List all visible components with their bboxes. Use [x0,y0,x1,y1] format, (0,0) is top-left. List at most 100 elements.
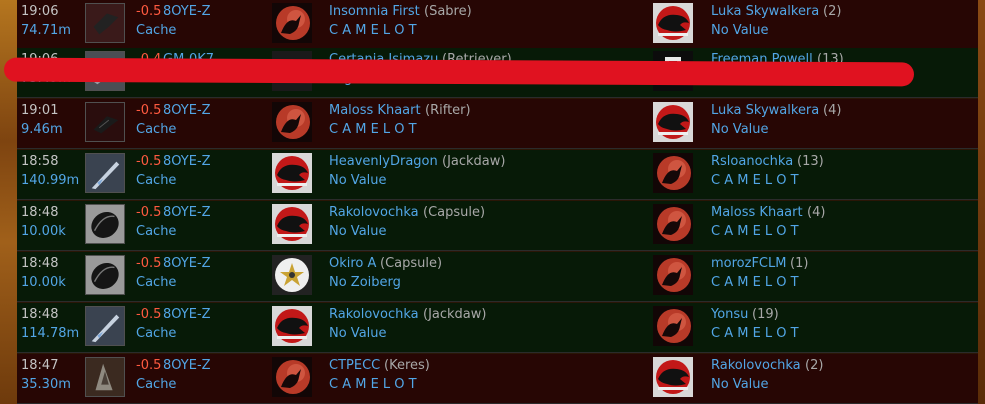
killmail-row[interactable]: 19:06 74.71m -0.5 8OYE-Z Cache Insomnia First… [17,0,978,50]
region-link[interactable]: Cache [136,275,176,291]
kill-time: 18:48 [21,205,59,220]
victim-name-link[interactable]: СТРЕСС [329,358,380,374]
isk-value: 114.78m [21,326,80,341]
camelot-logo-icon[interactable] [653,153,693,193]
killer-name-link[interactable]: Maloss Khaart [711,205,803,221]
keres-ship-icon[interactable] [85,357,125,397]
camelot-logo-icon[interactable] [272,357,312,397]
killmail-row[interactable]: 19:01 9.46m -0.5 8OYE-Z Cache Maloss Khaart (R… [17,99,978,149]
star-logo-icon[interactable] [272,255,312,295]
kill-time: 18:58 [21,154,59,169]
red-redaction-mark [3,57,915,87]
jackdaw-ship-icon[interactable] [85,306,125,346]
raven-logo-icon[interactable] [653,3,693,43]
victim-name-link[interactable]: Okiro A [329,256,376,272]
killmail-row[interactable]: 18:58 140.99m -0.5 8OYE-Z Cache HeavenlyDrago… [17,150,978,200]
system-link[interactable]: 8OYE-Z [163,256,211,272]
victim-name-link[interactable]: HeavenlyDragon [329,154,438,170]
isk-value: 140.99m [21,173,80,188]
system-link[interactable]: 8OYE-Z [163,4,211,20]
sabre-ship-icon[interactable] [85,3,125,43]
camelot-logo-icon[interactable] [272,3,312,43]
victim-corp-link[interactable]: No Value [329,326,387,342]
killer-corp-link[interactable]: No Value [711,377,769,393]
raven-logo-icon[interactable] [272,153,312,193]
killer-name-link[interactable]: Rsloanochka [711,154,793,170]
capsule-ship-icon[interactable] [85,204,125,244]
camelot-logo-icon[interactable] [653,204,693,244]
victim-name-link[interactable]: Insomnia First [329,4,420,20]
attacker-count: (1) [790,256,809,271]
attacker-count: (4) [823,103,842,118]
security-status: -0.5 [136,205,162,220]
security-status: -0.5 [136,4,162,19]
victim-ship-type: (Capsule) [423,205,486,220]
killmail-row[interactable]: 18:48 10.00k -0.5 8OYE-Z Cache Rakolovochka (C… [17,201,978,251]
victim-corp-link[interactable]: No Value [329,224,387,240]
victim-name-link[interactable]: Rakolovochka [329,205,419,221]
raven-logo-icon[interactable] [272,306,312,346]
victim-ship-type: (Sabre) [424,4,472,19]
attacker-count: (19) [752,307,779,322]
killer-name-link[interactable]: morozFCLM [711,256,786,272]
kill-time: 19:01 [21,103,59,118]
region-link[interactable]: Cache [136,326,176,342]
kill-time: 18:48 [21,256,59,271]
capsule-ship-icon[interactable] [85,255,125,295]
killmail-row[interactable]: 18:48 114.78m -0.5 8OYE-Z Cache Rakolovochka (… [17,303,978,353]
killer-name-link[interactable]: Yonsu [711,307,748,323]
raven-logo-icon[interactable] [653,357,693,397]
region-link[interactable]: Cache [136,173,176,189]
killer-corp-link[interactable]: No Value [711,23,769,39]
camelot-logo-icon[interactable] [653,306,693,346]
killer-corp-link[interactable]: C A M E L O T [711,224,799,240]
victim-corp-link[interactable]: C A M E L O T [329,23,417,39]
killer-corp-link[interactable]: C A M E L O T [711,173,799,189]
victim-corp-link[interactable]: C A M E L O T [329,122,417,138]
raven-logo-icon[interactable] [272,204,312,244]
isk-value: 35.30m [21,377,71,392]
security-status: -0.5 [136,103,162,118]
victim-ship-type: (Jackdaw) [423,307,487,322]
isk-value: 74.71m [21,23,71,38]
system-link[interactable]: 8OYE-Z [163,307,211,323]
kill-time: 19:06 [21,4,59,19]
page-background-right [978,0,985,404]
camelot-logo-icon[interactable] [272,102,312,142]
isk-value: 10.00k [21,275,66,290]
killer-corp-link[interactable]: No Value [711,122,769,138]
region-link[interactable]: Cache [136,377,176,393]
victim-ship-type: (Rifter) [425,103,471,118]
victim-name-link[interactable]: Maloss Khaart [329,103,421,119]
region-link[interactable]: Cache [136,224,176,240]
jackdaw-ship-icon[interactable] [85,153,125,193]
victim-ship-type: (Keres) [384,358,430,373]
region-link[interactable]: Cache [136,122,176,138]
camelot-logo-icon[interactable] [653,255,693,295]
killer-name-link[interactable]: Luka Skywalkera [711,4,819,20]
killer-name-link[interactable]: Luka Skywalkera [711,103,819,119]
killmail-row[interactable]: 18:47 35.30m -0.5 8OYE-Z Cache СТРЕСС (Keres) C… [17,354,978,404]
victim-ship-type: (Capsule) [380,256,443,271]
kill-time: 18:48 [21,307,59,322]
raven-logo-icon[interactable] [653,102,693,142]
victim-corp-link[interactable]: C A M E L O T [329,377,417,393]
victim-name-link[interactable]: Rakolovochka [329,307,419,323]
killmail-row[interactable]: 18:48 10.00k -0.5 8OYE-Z Cache Okiro A (Capsul… [17,252,978,302]
kill-time: 18:47 [21,358,59,373]
system-link[interactable]: 8OYE-Z [163,205,211,221]
security-status: -0.5 [136,154,162,169]
region-link[interactable]: Cache [136,23,176,39]
rifter-ship-icon[interactable] [85,102,125,142]
killer-name-link[interactable]: Rakolovochka [711,358,801,374]
security-status: -0.5 [136,307,162,322]
killer-corp-link[interactable]: C A M E L O T [711,326,799,342]
system-link[interactable]: 8OYE-Z [163,103,211,119]
killer-corp-link[interactable]: C A M E L O T [711,275,799,291]
isk-value: 9.46m [21,122,63,137]
system-link[interactable]: 8OYE-Z [163,154,211,170]
victim-corp-link[interactable]: No Zoiberg [329,275,401,291]
attacker-count: (2) [805,358,824,373]
victim-corp-link[interactable]: No Value [329,173,387,189]
system-link[interactable]: 8OYE-Z [163,358,211,374]
